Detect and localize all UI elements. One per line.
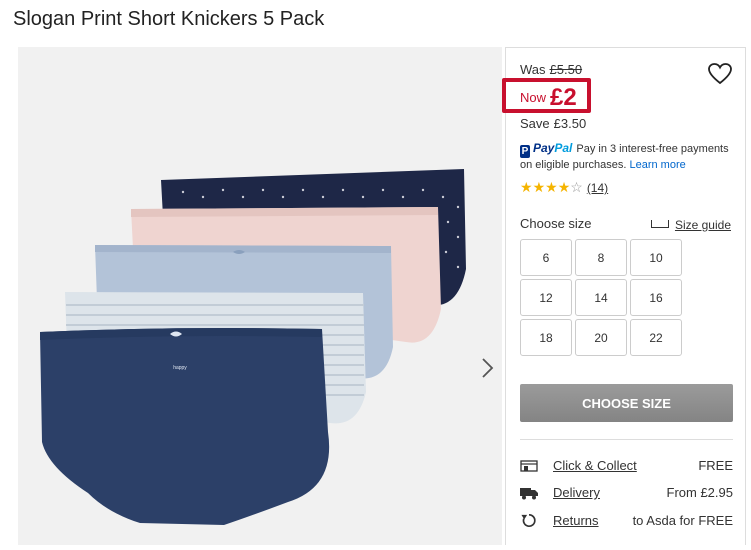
size-option[interactable]: 20 [575, 319, 627, 356]
size-option[interactable]: 16 [630, 279, 682, 316]
delivery-price: From £2.95 [666, 485, 733, 500]
size-option[interactable]: 6 [520, 239, 572, 276]
now-label: Now [520, 90, 547, 105]
size-option[interactable]: 22 [630, 319, 682, 356]
wishlist-heart-icon[interactable] [707, 62, 733, 86]
delivery-link[interactable]: Delivery [553, 485, 600, 500]
was-price-row: Was £5.50 [520, 62, 582, 77]
delivery-row: Delivery From £2.95 [520, 484, 733, 504]
click-collect-price: FREE [698, 458, 733, 473]
paypal-logo: PayPal [533, 141, 573, 155]
returns-info: to Asda for FREE [632, 513, 733, 528]
product-photo: happy [18, 47, 502, 545]
chevron-right-icon[interactable] [478, 353, 498, 383]
now-price-row: Now £2 [520, 84, 577, 112]
now-price: £2 [550, 84, 577, 111]
paypal-learn-more-link[interactable]: Learn more [629, 159, 685, 171]
store-icon [520, 460, 538, 472]
save-amount: £3.50 [553, 116, 587, 131]
truck-icon [520, 488, 538, 500]
divider [520, 439, 733, 440]
size-option[interactable]: 14 [575, 279, 627, 316]
was-label: Was [520, 62, 546, 77]
svg-text:happy: happy [173, 365, 187, 371]
size-option[interactable]: 10 [630, 239, 682, 276]
product-image[interactable]: happy [18, 47, 502, 545]
was-price: £5.50 [549, 62, 583, 77]
size-guide-link[interactable]: Size guide [650, 218, 731, 232]
product-purchase-panel: Was £5.50 Now £2 Save £3.50 P PayPal Pay in 3… [502, 47, 746, 545]
returns-link[interactable]: Returns [553, 513, 599, 528]
paypal-message: P PayPal Pay in 3 interest-free payments o… [520, 141, 742, 172]
choose-size-button[interactable]: CHOOSE SIZE [520, 384, 733, 422]
product-title: Slogan Print Short Knickers 5 Pack [13, 8, 325, 30]
star-icon: ★ [532, 179, 546, 195]
star-icon: ★ [520, 179, 533, 195]
click-collect-row: Click & Collect FREE [520, 457, 733, 477]
star-icon: ★ [557, 179, 571, 195]
star-icon: ★ [545, 179, 558, 195]
size-options: 6 8 10 12 14 16 18 20 22 [520, 239, 682, 356]
size-option[interactable]: 8 [575, 239, 627, 276]
size-option[interactable]: 12 [520, 279, 572, 316]
save-label: Save [520, 116, 550, 131]
star-empty-icon: ☆ [570, 179, 583, 195]
ruler-icon [650, 220, 669, 228]
click-collect-link[interactable]: Click & Collect [553, 458, 637, 473]
save-row: Save £3.50 [520, 116, 586, 131]
return-icon [521, 513, 536, 527]
choose-size-label: Choose size [520, 216, 592, 231]
star-rating[interactable]: ★★★★☆ (14) [520, 179, 608, 196]
review-count-link[interactable]: (14) [587, 181, 608, 195]
paypal-logo-icon: P [520, 145, 530, 158]
size-option[interactable]: 18 [520, 319, 572, 356]
returns-row: Returns to Asda for FREE [520, 512, 733, 532]
